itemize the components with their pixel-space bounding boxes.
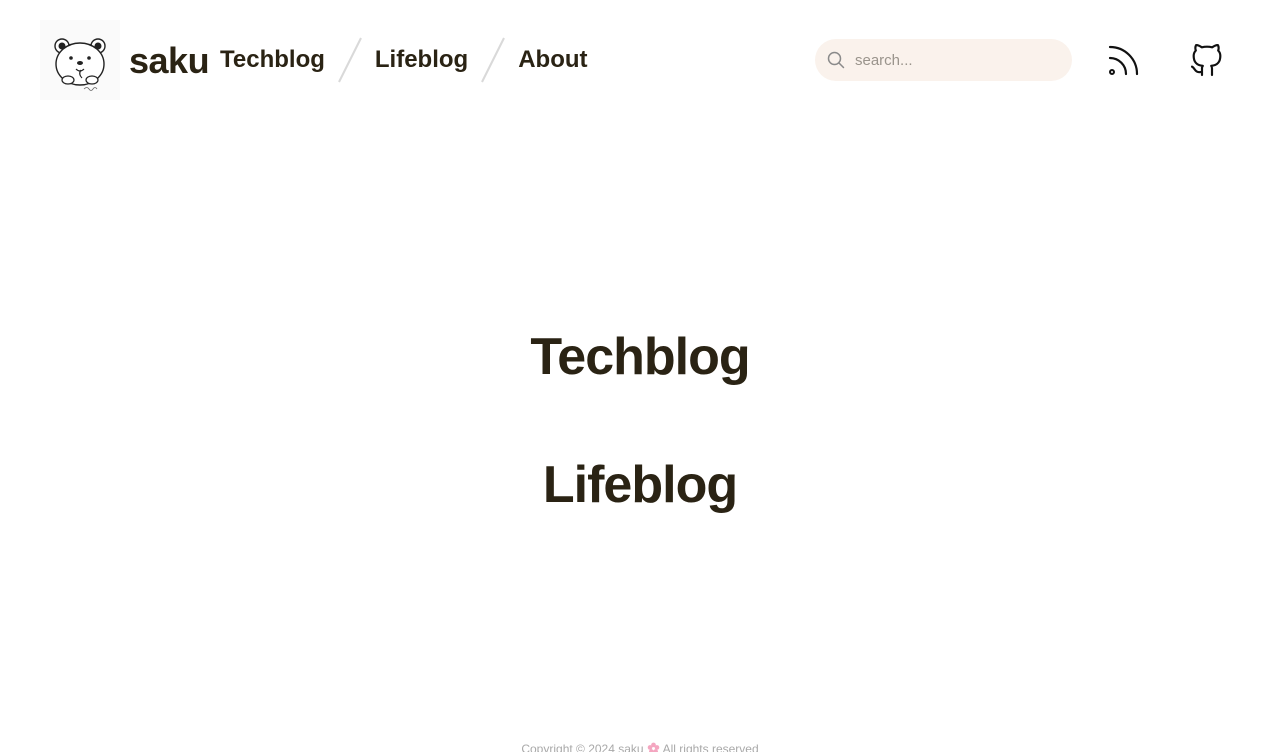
copyright-text: Copyright © 2024 saku	[521, 742, 644, 752]
techblog-section-link[interactable]: Techblog	[0, 327, 1280, 387]
sakura-flower-icon	[647, 742, 660, 752]
github-link[interactable]	[1187, 40, 1227, 80]
search-box	[815, 39, 1072, 81]
nav-separator	[337, 37, 362, 83]
search-input[interactable]	[855, 39, 1065, 81]
rss-icon	[1108, 45, 1139, 76]
main-nav: Techblog Lifeblog About	[220, 36, 588, 84]
search-icon	[827, 51, 845, 69]
nav-techblog-link[interactable]: Techblog	[220, 36, 325, 84]
nav-separator	[481, 37, 506, 83]
site-footer: Copyright © 2024 saku All rights reserve…	[0, 742, 1280, 752]
rights-text: All rights reserved	[662, 742, 759, 752]
site-logo[interactable]	[40, 20, 120, 100]
rss-feed-link[interactable]	[1104, 40, 1144, 80]
site-brand-link[interactable]: saku	[129, 39, 210, 83]
lifeblog-section-link[interactable]: Lifeblog	[0, 455, 1280, 515]
nav-lifeblog-link[interactable]: Lifeblog	[375, 36, 468, 84]
nav-about-link[interactable]: About	[518, 36, 587, 84]
github-icon	[1190, 44, 1222, 77]
site-header: saku Techblog Lifeblog About	[0, 0, 1280, 120]
bear-avatar-icon	[40, 20, 120, 100]
